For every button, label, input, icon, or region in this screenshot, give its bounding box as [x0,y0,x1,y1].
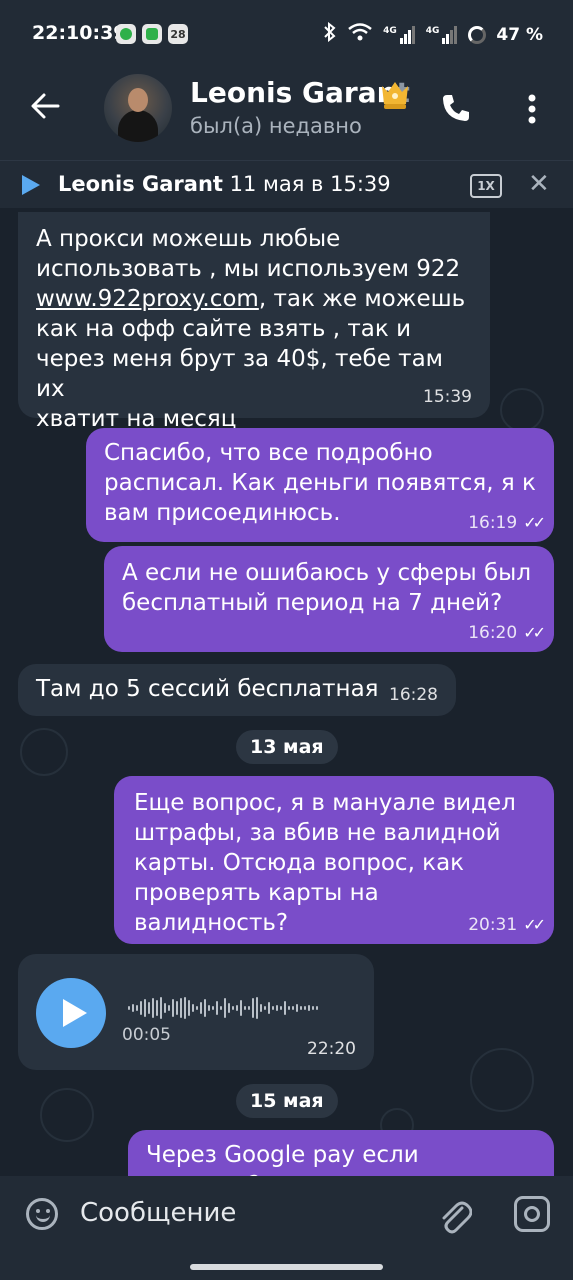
player-info: Leonis Garant 11 мая в 15:39 [58,172,391,196]
player-date: 11 мая в 15:39 [229,172,391,196]
calendar-day: 28 [170,28,186,41]
message-text: А если не ошибаюсь у сферы был бесплатны… [122,560,532,616]
message-text-part: А прокси можешь любые использовать , мы … [36,226,461,282]
avatar-torso [118,110,158,142]
message-input-bar [0,1176,573,1256]
chat-area[interactable]: А прокси можешь любые использовать , мы … [0,208,573,1176]
message-time: 22:20 [307,1039,356,1059]
message-bubble-outgoing[interactable]: А если не ошибаюсь у сферы был бесплатны… [104,546,554,652]
message-bubble-incoming[interactable]: А прокси можешь любые использовать , мы … [18,212,490,432]
signal-2-icon: 4G [425,25,459,44]
message-link[interactable]: www.922proxy.com [36,286,259,312]
voice-waveform[interactable] [128,994,318,1022]
message-time-row: 20:31 ✓✓ [468,910,546,940]
net-label-2: 4G [425,25,440,36]
status-right: 4G 4G 47 % [323,21,543,47]
message-time: 20:31 [468,915,518,935]
close-icon[interactable]: ✕ [528,171,550,197]
date-separator: 13 мая [236,730,338,764]
vpn-shield-icon [142,24,162,44]
avatar-head [128,88,148,112]
status-bar: 22:10:39 28 4G 4G 47 % [0,0,573,62]
system-nav-bar [0,1256,573,1280]
message-input[interactable] [80,1198,410,1228]
net-label-1: 4G [383,25,397,36]
bg-doodle [40,1088,94,1142]
audio-player-bar[interactable]: Leonis Garant 11 мая в 15:39 1X ✕ [0,160,573,209]
battery-icon [468,25,487,44]
read-checks-icon: ✓✓ [523,915,546,934]
date-separator: 15 мая [236,1084,338,1118]
playback-speed-button[interactable]: 1X [470,174,502,198]
message-time: 16:19 [468,513,518,533]
phone-icon[interactable] [440,92,472,128]
calendar-icon: 28 [168,24,188,44]
bg-doodle [20,728,68,776]
contact-status: был(а) недавно [190,114,362,138]
message-bubble-outgoing[interactable]: Еще вопрос, я в мануале видел штрафы, за… [114,776,554,944]
premium-crown-icon [376,76,414,112]
message-time: 16:20 [468,623,518,643]
player-sender: Leonis Garant [58,172,223,196]
message-time-row: 16:20 ✓✓ [468,618,546,648]
bluetooth-icon [323,21,337,47]
message-time-row: 16:19 ✓✓ [468,508,546,538]
chat-app-icon [116,24,136,44]
bg-doodle [500,388,544,432]
back-arrow-icon[interactable] [30,92,60,124]
message-time: 16:28 [389,685,438,705]
message-text: А прокси можешь любые использовать , мы … [36,224,472,434]
attach-icon[interactable] [436,1196,473,1240]
message-text: Через Google pay если вяжется? [146,1142,419,1176]
voice-play-button[interactable] [36,978,106,1048]
more-menu-icon[interactable] [528,94,536,128]
message-time: 15:39 [423,387,472,407]
read-checks-icon: ✓✓ [523,513,546,532]
read-checks-icon: ✓✓ [523,623,546,642]
message-bubble-outgoing[interactable]: Через Google pay если вяжется? [128,1130,554,1176]
player-play-icon[interactable] [22,175,40,195]
bg-doodle [470,1048,534,1112]
contact-name-main: Leonis Garan [190,76,397,109]
chat-header: Leonis Garant был(а) недавно [0,62,573,160]
wifi-icon [347,22,373,47]
status-time: 22:10:39 [32,22,127,44]
message-bubble-incoming[interactable]: Там до 5 сессий бесплатная 16:28 [18,664,456,716]
voice-duration: 00:05 [122,1025,171,1045]
notification-icons: 28 [116,24,188,44]
voice-message-bubble[interactable]: 00:05 22:20 [18,954,374,1070]
gesture-handle[interactable] [190,1264,383,1270]
signal-1-icon: 4G [383,25,416,44]
message-text: Там до 5 сессий бесплатная [36,676,379,702]
battery-level: 47 % [496,24,543,45]
emoji-icon[interactable] [26,1198,58,1230]
message-bubble-outgoing[interactable]: Спасибо, что все подробно расписал. Как … [86,428,554,542]
camera-icon[interactable] [514,1196,550,1232]
avatar[interactable] [104,74,172,142]
